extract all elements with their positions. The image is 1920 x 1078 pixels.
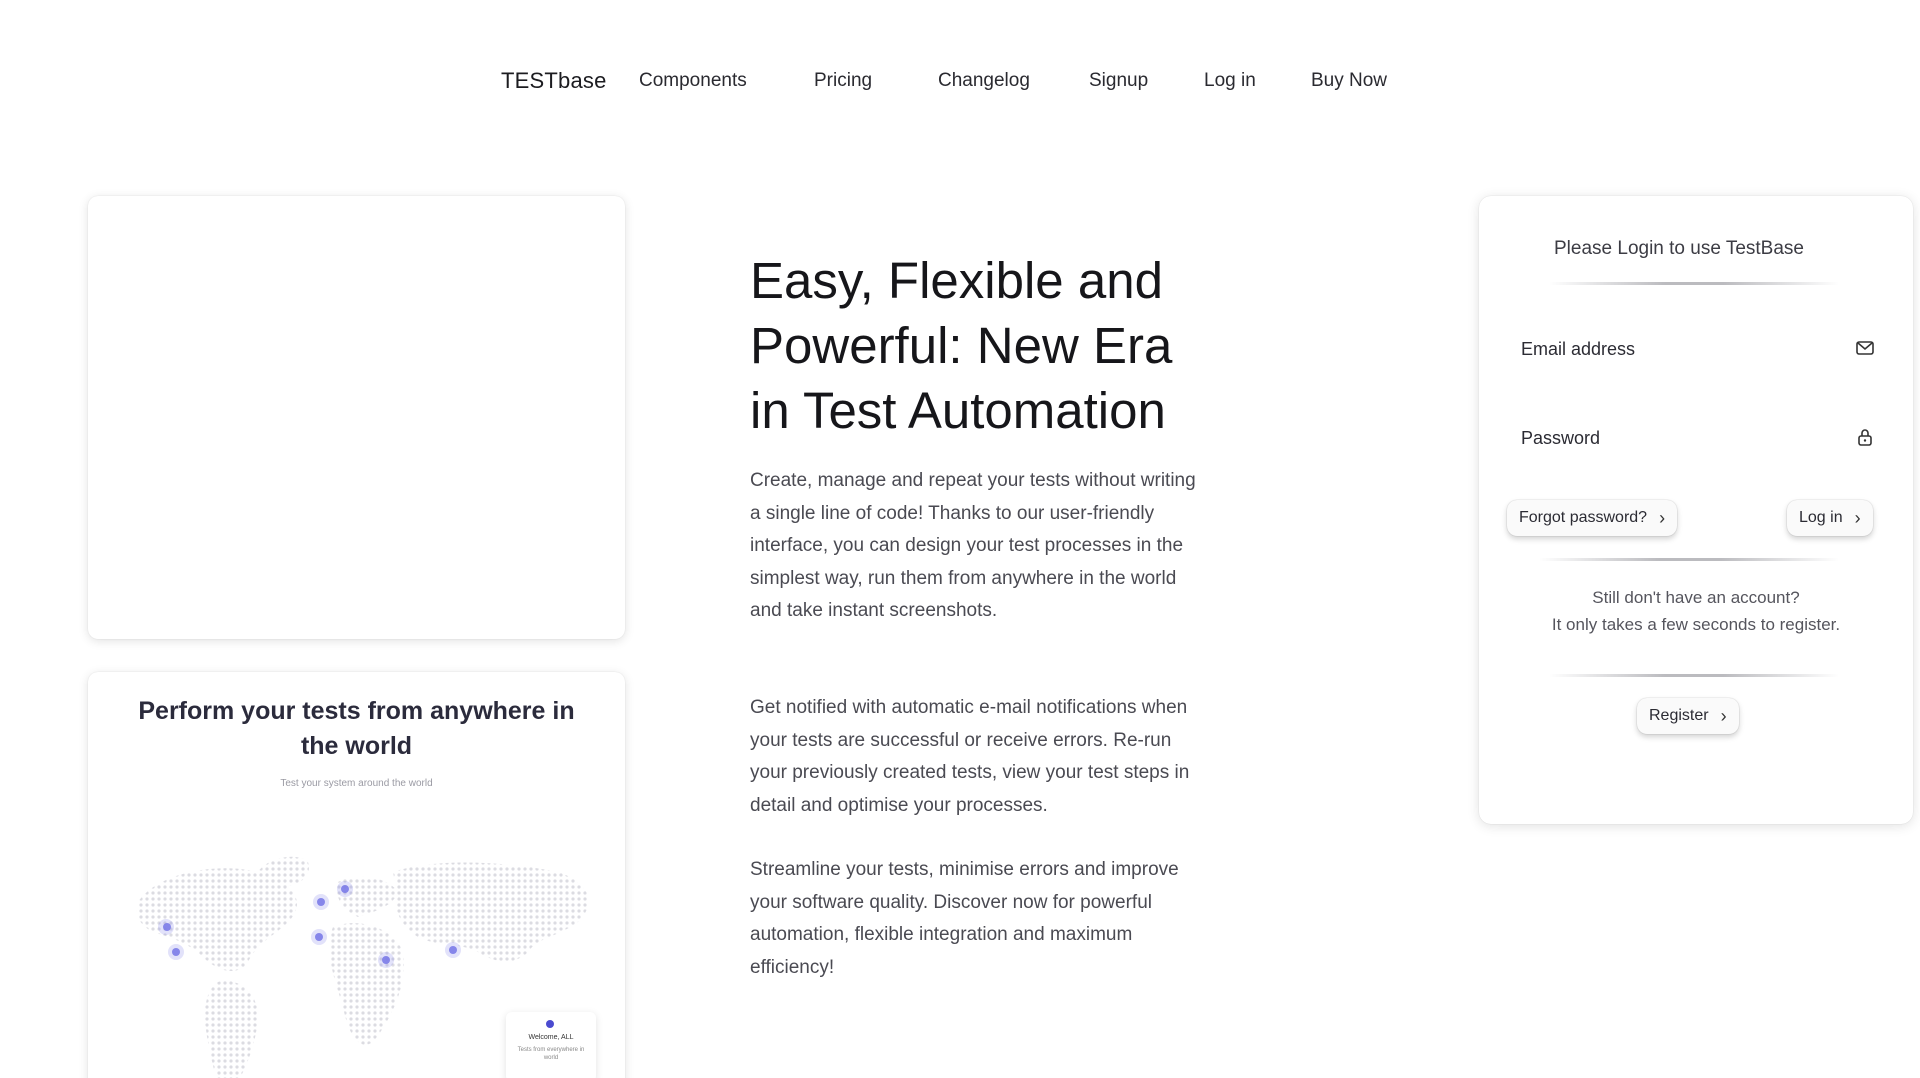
forgot-password-label: Forgot password?	[1519, 509, 1648, 526]
nav-link-components[interactable]: Components	[639, 70, 747, 92]
lock-icon	[1858, 429, 1872, 446]
location-dot-icon	[546, 1020, 554, 1028]
chevron-right-icon: ›	[1854, 507, 1861, 528]
email-input[interactable]	[1519, 324, 1849, 374]
login-button-label: Log in	[1799, 509, 1843, 526]
nav-link-pricing[interactable]: Pricing	[814, 70, 872, 92]
register-prompt-line-2: It only takes a few seconds to register.	[1551, 615, 1841, 634]
map-location-tooltip: Welcome, ALL Tests from everywhere in wo…	[506, 1012, 596, 1078]
tooltip-text: Tests from everywhere in world	[517, 1047, 585, 1061]
login-card: Please Login to use TestBase Forgot pass…	[1479, 196, 1913, 824]
tooltip-title: Welcome, ALL	[528, 1034, 574, 1041]
register-prompt-line-1: Still don't have an account?	[1592, 588, 1800, 607]
forgot-password-button[interactable]: Forgot password? ›	[1507, 500, 1678, 536]
nav-link-buy-now[interactable]: Buy Now	[1311, 70, 1387, 92]
email-field	[1519, 324, 1879, 374]
nav-link-signup[interactable]: Signup	[1089, 70, 1148, 92]
register-button-label: Register	[1649, 707, 1709, 724]
divider	[1549, 674, 1839, 677]
nav-link-login[interactable]: Log in	[1204, 70, 1256, 92]
top-navigation: TESTbase Components Pricing Changelog Si…	[0, 62, 1920, 102]
divider	[1539, 558, 1839, 561]
map-card-subtitle: Test your system around the world	[280, 778, 433, 789]
nav-link-changelog[interactable]: Changelog	[938, 70, 1030, 92]
chevron-right-icon: ›	[1720, 705, 1727, 726]
chevron-right-icon: ›	[1659, 507, 1666, 528]
hero-paragraph-1: Create, manage and repeat your tests wit…	[750, 470, 1196, 621]
login-button[interactable]: Log in ›	[1787, 500, 1873, 536]
login-heading: Please Login to use TestBase	[1554, 238, 1804, 259]
password-input[interactable]	[1519, 413, 1849, 463]
hero-title: Easy, Flexible and Powerful: New Era in …	[750, 252, 1173, 439]
brand-logo[interactable]: TESTbase	[501, 68, 607, 94]
password-field	[1519, 413, 1879, 463]
map-card-title: Perform your tests from anywhere in the …	[138, 697, 575, 760]
register-button[interactable]: Register ›	[1637, 698, 1739, 734]
world-map-card: Perform your tests from anywhere in the …	[88, 672, 625, 1078]
mail-icon	[1856, 341, 1874, 355]
hero-paragraph-2: Get notified with automatic e-mail notif…	[750, 697, 1190, 816]
media-card	[88, 196, 625, 639]
divider	[1549, 282, 1839, 285]
hero-paragraph-3: Streamline your tests, minimise errors a…	[750, 859, 1179, 978]
